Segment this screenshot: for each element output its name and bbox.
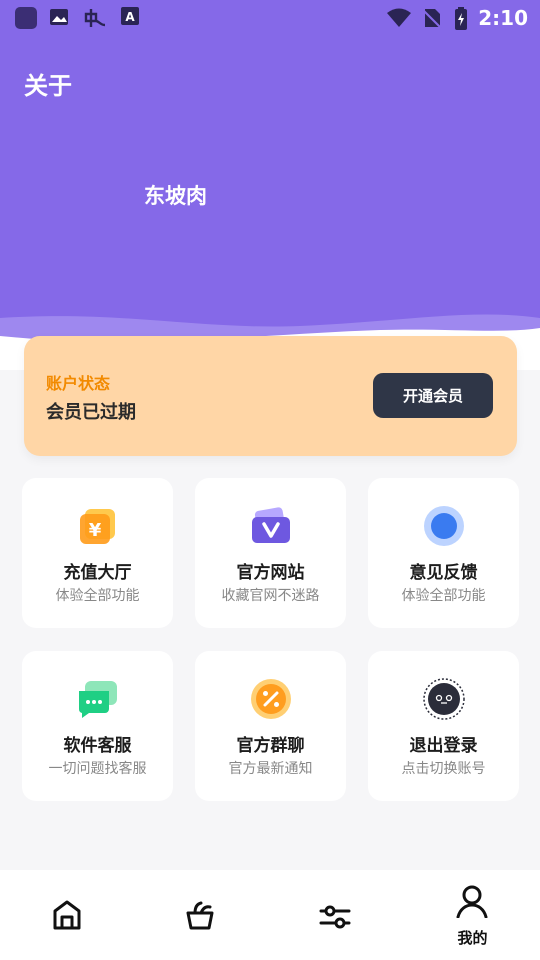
membership-card: 账户状态 会员已过期 开通会员 [24,336,517,456]
battery-charging-icon [454,7,468,30]
membership-status: 会员已过期 [46,402,136,423]
user-nickname: 东坡肉 [144,184,207,208]
tile-title: 意见反馈 [409,563,478,583]
user-icon [456,885,488,918]
tile-subtitle: 体验全部功能 [55,588,140,604]
tile-subtitle: 点击切换账号 [401,761,486,777]
basket-icon [186,901,214,930]
profile-header: A 2:10 关于 东坡肉 [0,0,540,370]
tile-subtitle: 收藏官网不迷路 [221,588,320,604]
app-square-icon [14,6,37,29]
sliders-icon [319,905,351,929]
recharge-coin-icon: ¥ [77,505,119,547]
status-bar: A 2:10 [0,0,540,36]
feature-grid: ¥ 充值大厅 体验全部功能 官方网站 收藏官网不迷路 意见反馈 体验全部功能 软… [22,478,519,801]
tab-basket[interactable] [135,870,270,960]
open-membership-button[interactable]: 开通会员 [373,373,493,418]
tab-mine[interactable]: 我的 [405,870,540,960]
tile-title: 退出登录 [409,736,478,756]
logout-tile[interactable]: 退出登录 点击切换账号 [368,651,519,801]
tile-title: 官方网站 [236,563,305,583]
image-icon [48,6,70,28]
tile-subtitle: 官方最新通知 [228,761,313,777]
bottom-tab-bar: 我的 [0,870,540,960]
recharge-tile[interactable]: ¥ 充值大厅 体验全部功能 [22,478,173,628]
tab-label: 我的 [457,929,488,947]
tile-subtitle: 体验全部功能 [401,588,486,604]
font-icon: A [120,6,142,28]
tab-home[interactable] [0,870,135,960]
wifi-icon [386,7,412,29]
no-sim-icon [422,7,444,29]
customer-service-tile[interactable]: 软件客服 一切问题找客服 [22,651,173,801]
tab-sliders[interactable] [270,870,405,960]
tile-title: 充值大厅 [63,563,132,583]
percent-badge-icon [250,678,292,720]
feedback-circle-icon [423,505,465,547]
status-time: 2:10 [478,6,528,30]
home-icon [53,900,81,930]
website-v-icon [250,505,292,547]
svg-text:¥: ¥ [89,520,102,541]
tile-title: 官方群聊 [236,736,305,756]
feedback-tile[interactable]: 意见反馈 体验全部功能 [368,478,519,628]
bug-icon [82,6,108,28]
page-title: 关于 [24,72,72,100]
official-group-tile[interactable]: 官方群聊 官方最新通知 [195,651,346,801]
tile-title: 软件客服 [63,736,132,756]
logout-avatar-icon [423,678,465,720]
account-status-label: 账户状态 [46,374,111,393]
website-tile[interactable]: 官方网站 收藏官网不迷路 [195,478,346,628]
svg-text:A: A [125,10,135,24]
chat-bubble-icon [77,678,119,720]
tile-subtitle: 一切问题找客服 [48,761,147,777]
